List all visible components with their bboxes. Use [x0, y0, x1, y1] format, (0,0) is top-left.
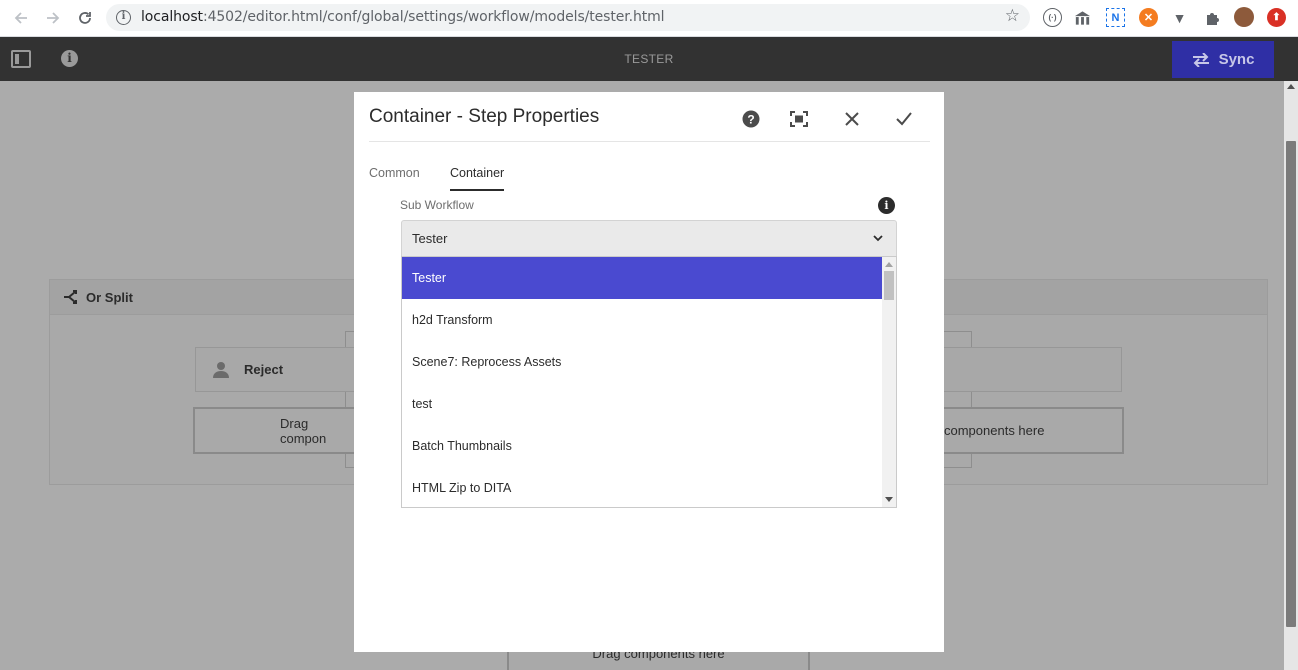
sub-workflow-select[interactable]: Tester	[401, 220, 897, 257]
page-scrollbar[interactable]	[1284, 81, 1298, 670]
dropdown-scrollbar[interactable]	[882, 257, 896, 507]
close-icon	[845, 112, 859, 126]
tab-common[interactable]: Common	[369, 166, 420, 189]
connector-line	[971, 331, 972, 348]
option-item[interactable]: h2d Transform	[402, 299, 882, 341]
option-item[interactable]: HTML Zip to DITA	[402, 467, 882, 507]
bookmark-star-icon[interactable]: ☆	[1005, 6, 1020, 26]
option-item[interactable]: Scene7: Reprocess Assets	[402, 341, 882, 383]
connector-line	[944, 331, 972, 332]
connector-line	[345, 392, 346, 408]
extensions-puzzle-icon[interactable]	[1202, 8, 1221, 27]
connector-line	[345, 454, 346, 468]
close-button[interactable]	[841, 108, 863, 130]
scroll-up-arrow-icon[interactable]	[885, 262, 893, 267]
connector-line	[345, 331, 346, 348]
done-button[interactable]	[893, 108, 915, 130]
sync-label: Sync	[1218, 51, 1255, 68]
reload-icon[interactable]	[72, 6, 98, 30]
right-branch-step[interactable]: e	[930, 347, 1122, 392]
connector-line	[971, 392, 972, 408]
fullscreen-icon	[790, 111, 808, 127]
drop-zone-text: Drag compon	[280, 415, 327, 446]
scrollbar-thumb[interactable]	[1286, 141, 1296, 627]
help-button[interactable]: ?	[740, 108, 762, 130]
drop-zone-text: components here	[944, 423, 1045, 438]
reject-step[interactable]: Reject	[195, 347, 360, 392]
scroll-down-arrow-icon[interactable]	[885, 497, 893, 502]
user-icon	[213, 361, 229, 378]
chevron-down-icon	[873, 235, 883, 242]
option-item[interactable]: Tester	[402, 257, 882, 299]
address-bar[interactable]: i localhost:4502/editor.html/conf/global…	[106, 4, 1030, 31]
drop-zone-right[interactable]: components here	[930, 407, 1124, 454]
step-properties-dialog: Container - Step Properties ? Common Con…	[354, 92, 944, 652]
dropdown-scroll-thumb[interactable]	[884, 271, 894, 300]
svg-text:?: ?	[747, 113, 754, 127]
extension-icon[interactable]: (·)	[1043, 8, 1062, 27]
back-icon[interactable]	[8, 6, 34, 30]
sub-workflow-label: Sub Workflow	[400, 198, 474, 212]
forward-icon[interactable]	[40, 6, 66, 30]
drop-zone-left[interactable]: Drag compon	[193, 407, 358, 454]
url-text: localhost:4502/editor.html/conf/global/s…	[141, 9, 665, 25]
extension-orange-icon[interactable]: ✕	[1139, 8, 1158, 27]
option-item[interactable]: test	[402, 383, 882, 425]
option-item[interactable]: Batch Thumbnails	[402, 425, 882, 467]
dialog-divider	[369, 141, 930, 142]
browser-toolbar: i localhost:4502/editor.html/conf/global…	[0, 0, 1298, 37]
scroll-up-arrow-icon[interactable]	[1287, 84, 1295, 89]
help-icon: ?	[742, 110, 760, 128]
fullscreen-button[interactable]	[788, 108, 810, 130]
select-value: Tester	[412, 231, 448, 246]
extension-museum-icon[interactable]	[1073, 8, 1092, 27]
sync-button[interactable]: Sync	[1172, 41, 1274, 78]
or-split-label: Or Split	[86, 289, 133, 305]
or-split-icon	[64, 290, 77, 304]
field-info-icon[interactable]: i	[878, 197, 895, 214]
extension-v-icon[interactable]: ▼	[1170, 8, 1189, 27]
dialog-title: Container - Step Properties	[369, 106, 600, 127]
sync-icon	[1192, 52, 1209, 67]
update-icon[interactable]: ⬆	[1267, 8, 1286, 27]
connector-line	[944, 467, 972, 468]
connector-line	[971, 454, 972, 468]
site-info-icon[interactable]: i	[116, 10, 131, 25]
checkmark-icon	[896, 112, 912, 126]
editor-header: i TESTER Sync	[0, 37, 1298, 81]
sub-workflow-options: Tester h2d Transform Scene7: Reprocess A…	[401, 256, 897, 508]
tab-container[interactable]: Container	[450, 166, 505, 191]
profile-avatar[interactable]	[1234, 7, 1254, 27]
page-title: TESTER	[624, 52, 674, 66]
reject-step-label: Reject	[244, 362, 284, 377]
extension-n-icon[interactable]: N	[1106, 8, 1125, 27]
